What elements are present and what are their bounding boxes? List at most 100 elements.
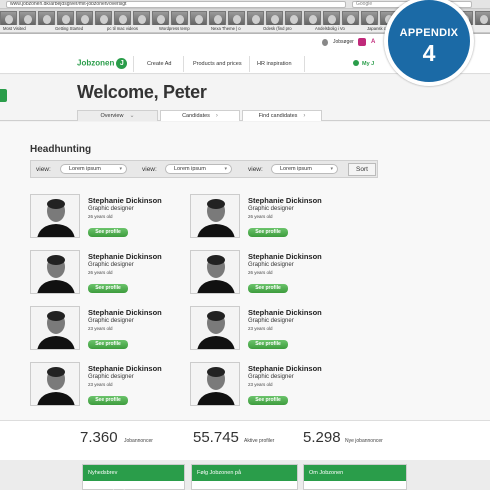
candidate-role: Graphic designer bbox=[248, 206, 294, 212]
footer-heading: Nyhedsbrev bbox=[83, 465, 184, 481]
stat-profiler-value: 55.745 bbox=[193, 429, 239, 446]
bookmark-link[interactable]: pc til mac videos bbox=[104, 25, 156, 32]
my-jobzonen-label: My J bbox=[362, 61, 375, 67]
filter-select[interactable]: Lorem ipsum ▾ bbox=[165, 164, 232, 174]
candidate-card: Stephanie Dickinson Graphic designer 23 … bbox=[30, 362, 180, 408]
candidate-age: 26 years old bbox=[88, 214, 113, 219]
nav-create-ad[interactable]: Create Ad bbox=[147, 61, 171, 67]
candidate-card: Stephanie Dickinson Graphic designer 26 … bbox=[30, 250, 180, 296]
stat-profiler-label: Aktive profiler bbox=[244, 438, 275, 444]
candidate-name: Stephanie Dickinson bbox=[88, 196, 162, 205]
dropdown-arrow-icon: ▾ bbox=[330, 166, 333, 172]
select-value: Lorem ipsum bbox=[69, 166, 101, 172]
appendix-badge: APPENDIX 4 bbox=[384, 0, 474, 86]
candidate-age: 23 years old bbox=[248, 382, 273, 387]
candidate-photo[interactable] bbox=[30, 250, 80, 294]
candidate-name: Stephanie Dickinson bbox=[88, 364, 162, 373]
select-value: Lorem ipsum bbox=[280, 166, 312, 172]
see-profile-button[interactable]: See profile bbox=[248, 396, 288, 405]
candidate-name: Stephanie Dickinson bbox=[88, 252, 162, 261]
bookmark-link[interactable]: Most Visited bbox=[0, 25, 52, 32]
filter-label: view: bbox=[36, 166, 51, 173]
filter-select[interactable]: Lorem ipsum ▾ bbox=[271, 164, 338, 174]
candidate-photo[interactable] bbox=[190, 194, 240, 238]
footer-heading: Følg Jobzonen på bbox=[192, 465, 297, 481]
see-profile-button[interactable]: See profile bbox=[248, 340, 288, 349]
candidate-name: Stephanie Dickinson bbox=[248, 196, 322, 205]
nav-hr-inspiration[interactable]: HR inspiration bbox=[257, 61, 292, 67]
bookmark-link[interactable]: Odesk (find pro bbox=[260, 25, 312, 32]
see-profile-button[interactable]: See profile bbox=[248, 284, 288, 293]
candidate-role: Graphic designer bbox=[88, 262, 134, 268]
follow-box: Følg Jobzonen på bbox=[191, 464, 298, 490]
page-title: Welcome, Peter bbox=[77, 82, 207, 102]
see-profile-button[interactable]: See profile bbox=[88, 228, 128, 237]
candidate-age: 26 years old bbox=[248, 214, 273, 219]
nav-divider bbox=[133, 56, 134, 72]
candidate-photo[interactable] bbox=[30, 362, 80, 406]
candidate-photo[interactable] bbox=[190, 362, 240, 406]
see-profile-button[interactable]: See profile bbox=[88, 340, 128, 349]
bookmark-link[interactable]: Andelsbolig i Vo bbox=[312, 25, 364, 32]
candidate-photo[interactable] bbox=[190, 250, 240, 294]
nav-products-prices[interactable]: Products and prices bbox=[193, 61, 242, 67]
candidate-age: 26 years old bbox=[88, 270, 113, 275]
logo-text: Jobzonen bbox=[77, 58, 115, 68]
candidate-photo[interactable] bbox=[30, 306, 80, 350]
candidate-photo[interactable] bbox=[190, 306, 240, 350]
candidate-card: Stephanie Dickinson Graphic designer 23 … bbox=[30, 306, 180, 352]
side-tab-handle[interactable] bbox=[0, 89, 7, 102]
badge-number: 4 bbox=[422, 40, 436, 66]
user-name[interactable]: Jobsøger bbox=[333, 39, 354, 45]
about-box: Om Jobzonen bbox=[303, 464, 407, 490]
chevron-right-icon: › bbox=[303, 113, 306, 119]
bookmark-link[interactable]: Wordpress temp bbox=[156, 25, 208, 32]
tab-find-candidates[interactable]: Find candidates › bbox=[242, 110, 322, 121]
nav-divider bbox=[249, 56, 250, 72]
nav-divider bbox=[304, 56, 305, 72]
stat-nye-label: Nye jobannoncer bbox=[345, 438, 383, 444]
my-jobzonen-icon bbox=[353, 60, 359, 66]
chevron-down-icon: ⌄ bbox=[129, 113, 135, 119]
notification-icon[interactable] bbox=[358, 38, 366, 46]
dropdown-arrow-icon: ▾ bbox=[119, 166, 122, 172]
tab-overview[interactable]: Overview ⌄ bbox=[77, 110, 158, 121]
my-jobzonen-link[interactable]: My J bbox=[353, 60, 374, 67]
candidate-role: Graphic designer bbox=[88, 318, 134, 324]
stat-jobannoncer-value: 7.360 bbox=[80, 429, 118, 446]
see-profile-button[interactable]: See profile bbox=[88, 396, 128, 405]
select-value: Lorem ipsum bbox=[174, 166, 206, 172]
filter-label: view: bbox=[142, 166, 157, 173]
candidate-photo[interactable] bbox=[30, 194, 80, 238]
candidate-card: Stephanie Dickinson Graphic designer 26 … bbox=[190, 250, 340, 296]
see-profile-button[interactable]: See profile bbox=[248, 228, 288, 237]
footer-heading: Om Jobzonen bbox=[304, 465, 406, 481]
dropdown-arrow-icon: ▾ bbox=[224, 166, 227, 172]
newsletter-text[interactable]: Bliv hørt først på alt jobannoncer bbox=[88, 485, 146, 490]
candidate-card: Stephanie Dickinson Graphic designer 23 … bbox=[190, 362, 340, 408]
see-profile-button[interactable]: See profile bbox=[88, 284, 128, 293]
chevron-right-icon: › bbox=[215, 113, 218, 119]
url-bar[interactable]: www.jobzonen.dk/arbejdsgiver/mit-jobzone… bbox=[6, 1, 346, 8]
candidate-age: 26 years old bbox=[248, 270, 273, 275]
nav-divider bbox=[183, 56, 184, 72]
filter-select[interactable]: Lorem ipsum ▾ bbox=[60, 164, 127, 174]
tab-label: Candidates bbox=[182, 113, 210, 119]
tab-label: Find candidates bbox=[258, 113, 298, 119]
badge-title: APPENDIX bbox=[399, 27, 459, 39]
bookmark-link[interactable]: Nexa Theme | o bbox=[208, 25, 260, 32]
candidate-card: Stephanie Dickinson Graphic designer 23 … bbox=[190, 306, 340, 352]
jobzonen-logo[interactable]: Jobzonen J bbox=[77, 58, 128, 69]
bookmark-link[interactable]: Getting Started bbox=[52, 25, 104, 32]
candidate-card: Stephanie Dickinson Graphic designer 26 … bbox=[190, 194, 340, 240]
candidate-age: 23 years old bbox=[248, 326, 273, 331]
sort-button[interactable]: Sort bbox=[348, 163, 376, 176]
candidate-card: Stephanie Dickinson Graphic designer 26 … bbox=[30, 194, 180, 240]
tab-candidates[interactable]: Candidates › bbox=[160, 110, 240, 121]
candidate-role: Graphic designer bbox=[248, 262, 294, 268]
candidate-name: Stephanie Dickinson bbox=[248, 364, 322, 373]
candidate-name: Stephanie Dickinson bbox=[248, 308, 322, 317]
candidate-name: Stephanie Dickinson bbox=[88, 308, 162, 317]
candidate-age: 23 years old bbox=[88, 326, 113, 331]
candidate-age: 23 years old bbox=[88, 382, 113, 387]
